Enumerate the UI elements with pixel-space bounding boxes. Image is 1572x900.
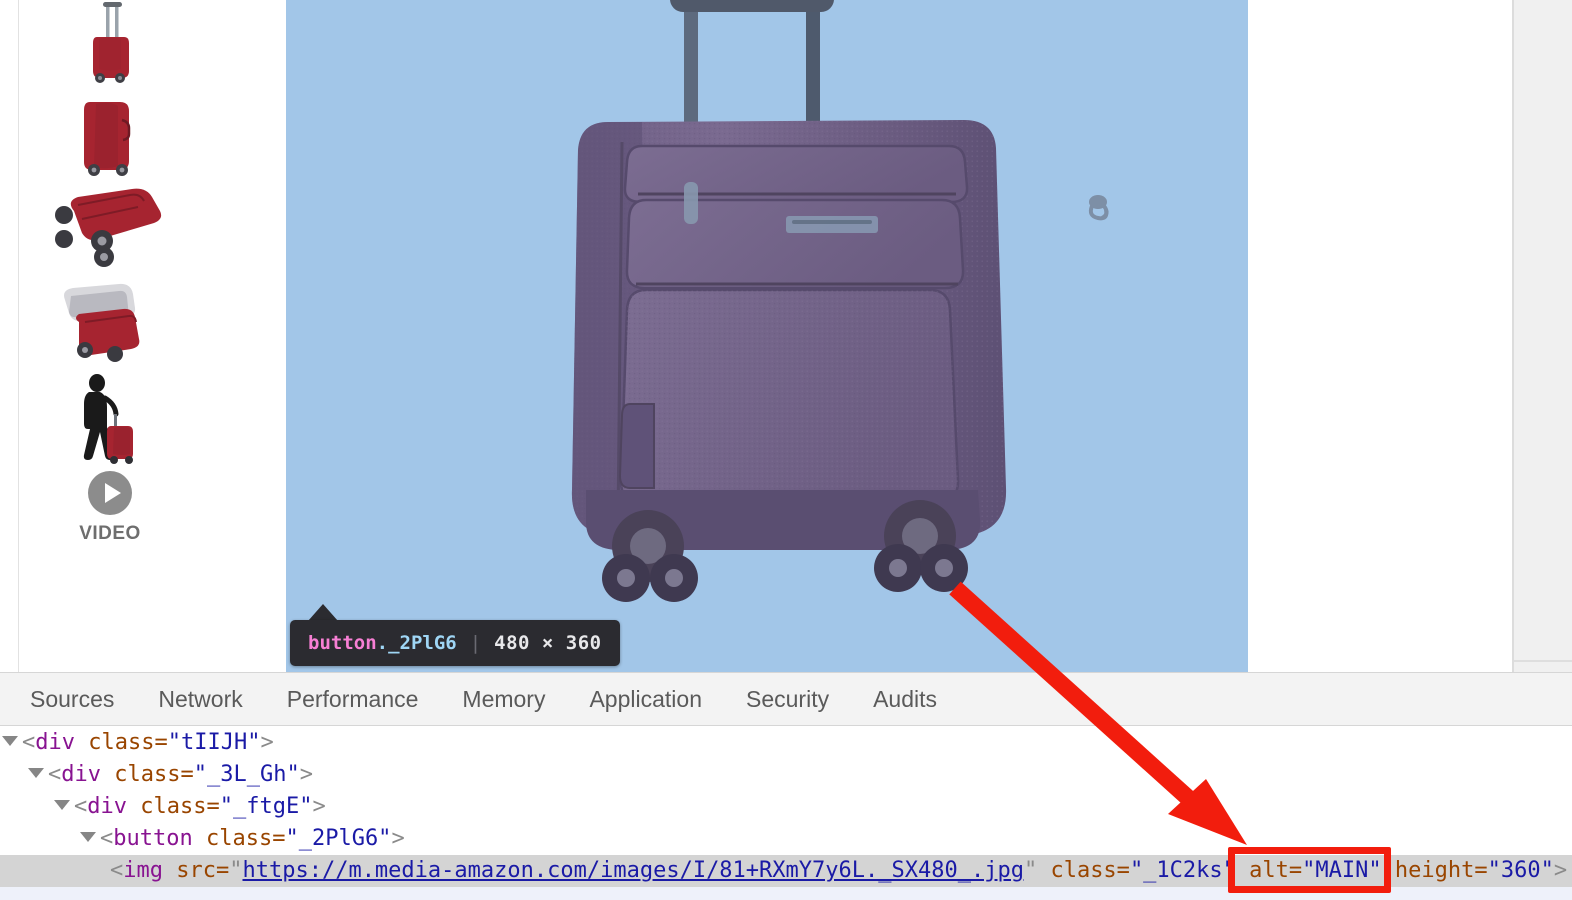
dom-row[interactable]: <div class="_ftgE">: [0, 791, 1572, 823]
suitcase-side-profile-icon: [84, 102, 131, 176]
dom-tag-name: div: [35, 730, 75, 755]
dom-open-punct: <: [22, 730, 36, 755]
page-left-divider: [18, 0, 19, 672]
dom-attr-value: "_3L_Gh": [193, 762, 300, 787]
tab-application[interactable]: Application: [567, 686, 724, 713]
dom-tag-name: div: [87, 794, 127, 819]
dom-space: [193, 826, 206, 851]
dom-close-punct: >: [312, 794, 326, 819]
product-thumbnail-strip[interactable]: VIDEO: [20, 0, 200, 600]
tab-sources[interactable]: Sources: [8, 686, 136, 713]
tab-performance[interactable]: Performance: [265, 686, 441, 713]
dom-space: [163, 858, 176, 883]
dom-open-punct: <: [110, 858, 124, 883]
dom-tree-panel[interactable]: <div class="tIIJH"> <div class="_3L_Gh">…: [0, 727, 1572, 900]
dom-tag-name: div: [61, 762, 101, 787]
suitcase-back-upright-thumbnail[interactable]: [20, 0, 200, 92]
dom-close-punct: >: [299, 762, 313, 787]
tab-audits[interactable]: Audits: [851, 686, 959, 713]
devtools-panel-tabbar[interactable]: Sources Network Performance Memory Appli…: [0, 672, 1572, 726]
dom-row[interactable]: <div class="tIIJH">: [0, 727, 1572, 759]
chevron-down-icon[interactable]: [54, 800, 70, 810]
dom-open-punct: <: [100, 826, 114, 851]
dom-quote-close: ": [1023, 858, 1038, 883]
play-triangle-icon: [104, 483, 121, 503]
dom-attr-name: class=: [140, 794, 220, 819]
node-badge-caret: [308, 604, 338, 621]
chevron-down-icon[interactable]: [28, 768, 44, 778]
dom-row[interactable]: <button class="_2PlG6">: [0, 823, 1572, 855]
dom-attr-name: class=: [88, 730, 168, 755]
suitcase-lying-flat-icon: [55, 188, 162, 267]
dom-row-selected-img[interactable]: <img src="https://m.media-amazon.com/ima…: [0, 855, 1572, 887]
node-badge-class: ._2PlG6: [376, 632, 457, 654]
devtools-screenshot: VIDEO button ._2PlG6 | 480 × 360 Sources…: [0, 0, 1572, 900]
video-label: VIDEO: [79, 523, 141, 544]
dom-class-attr: class=: [1050, 858, 1130, 883]
node-badge-dimensions: 480 × 360: [494, 632, 602, 654]
dom-space: [1236, 858, 1249, 883]
chevron-down-icon[interactable]: [2, 736, 18, 746]
zipper-pull-upper: [1088, 195, 1109, 221]
dom-space: [75, 730, 88, 755]
dom-close-punct: >: [1553, 858, 1568, 883]
main-product-image[interactable]: [286, 0, 1248, 670]
person-pulling-suitcase-icon: [83, 374, 133, 464]
dom-space: [101, 762, 114, 787]
dom-attr-value: "tIIJH": [167, 730, 261, 755]
dom-open-punct: <: [48, 762, 62, 787]
browser-viewport: VIDEO: [0, 0, 1572, 672]
dom-height-attr: height=: [1394, 858, 1488, 883]
dom-attr-name: class=: [114, 762, 194, 787]
dom-src-attr: src=: [176, 858, 230, 883]
dom-row-partial[interactable]: [0, 887, 1572, 900]
dom-src-url-link[interactable]: https://m.media-amazon.com/images/I/81+R…: [242, 858, 1023, 883]
page-scrollbar-bottom-line: [1514, 660, 1572, 662]
dom-tag-name: button: [113, 826, 193, 851]
dom-space: [1382, 858, 1395, 883]
page-vertical-scrollbar[interactable]: [1514, 0, 1572, 672]
dom-close-punct: >: [260, 730, 274, 755]
dom-height-value: "360": [1487, 858, 1554, 883]
tab-network[interactable]: Network: [136, 686, 264, 713]
dom-space: [127, 794, 140, 819]
dom-attr-value: "_2PlG6": [285, 826, 392, 851]
suitcase-open-interior-icon: [64, 283, 140, 362]
video-thumbnail[interactable]: VIDEO: [20, 462, 200, 554]
dom-alt-attr: alt=: [1249, 858, 1303, 883]
dom-alt-value: "MAIN": [1302, 858, 1382, 883]
devtools-node-badge: button ._2PlG6 | 480 × 360: [290, 620, 620, 666]
chevron-down-icon[interactable]: [80, 832, 96, 842]
dom-row[interactable]: <div class="_3L_Gh">: [0, 759, 1572, 791]
dom-attr-name: class=: [205, 826, 286, 851]
tab-memory[interactable]: Memory: [440, 686, 567, 713]
dom-space: [1037, 858, 1050, 883]
dom-tag-name: img: [123, 858, 163, 883]
node-badge-tag: button: [308, 632, 377, 654]
dom-class-value: "_1C2ks": [1129, 858, 1236, 883]
dom-attr-value: "_ftgE": [219, 794, 313, 819]
node-badge-separator: |: [469, 632, 482, 654]
main-product-image-container[interactable]: [286, 0, 1248, 672]
play-circle-icon: [88, 471, 132, 515]
dom-close-punct: >: [391, 826, 405, 851]
suitcase-back-upright-icon: [93, 2, 129, 83]
suitcase-open-interior-thumbnail[interactable]: [20, 278, 200, 370]
tab-security[interactable]: Security: [724, 686, 851, 713]
suitcase-side-profile-thumbnail[interactable]: [20, 90, 200, 182]
dom-quote-open: ": [229, 858, 243, 883]
suitcase-lying-flat-thumbnail[interactable]: [20, 180, 200, 272]
zipper-pull-side: [684, 182, 698, 224]
dom-open-punct: <: [74, 794, 88, 819]
person-pulling-suitcase-thumbnail[interactable]: [20, 372, 200, 464]
